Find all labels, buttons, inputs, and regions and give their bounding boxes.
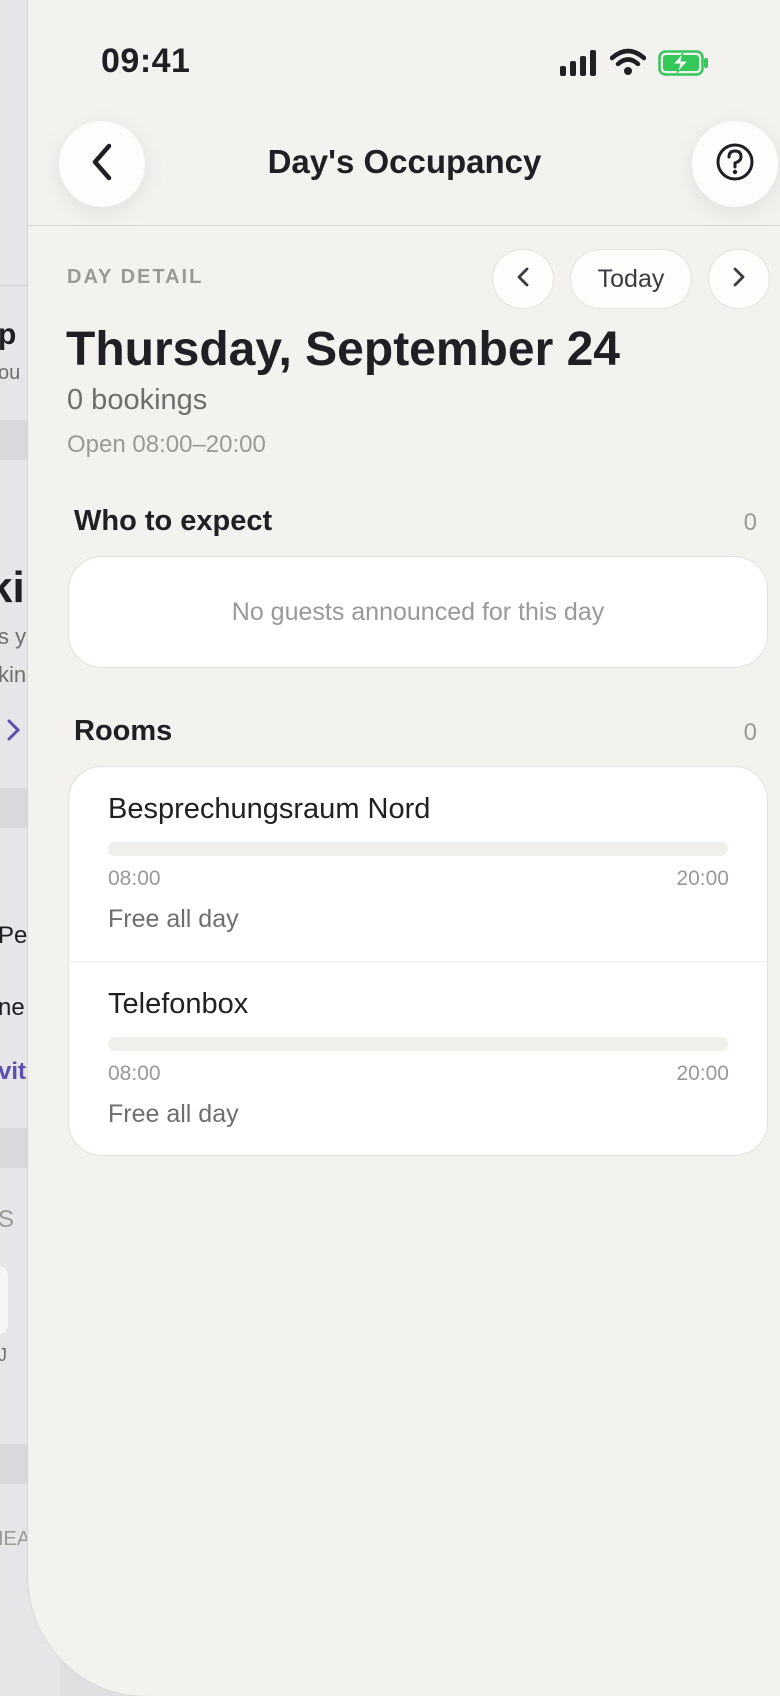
- background-tile: [0, 1266, 8, 1334]
- rooms-count: 0: [743, 719, 757, 746]
- background-fragment: Pe: [0, 922, 28, 949]
- timeline-start-time: 08:00: [108, 1062, 161, 1085]
- cellular-signal-icon: [560, 50, 596, 76]
- chevron-left-icon: [516, 266, 530, 293]
- background-fragment: S: [0, 1206, 15, 1233]
- empty-state-text: No guests announced for this day: [231, 597, 605, 626]
- who-to-expect-count: 0: [743, 509, 757, 536]
- navigation-bar: Day's Occupancy: [28, 110, 780, 226]
- room-name: Telefonbox: [108, 988, 249, 1020]
- opening-hours: Open 08:00–20:00: [67, 431, 266, 458]
- room-row[interactable]: Telefonbox 08:00 20:00 Free all day: [69, 961, 767, 1156]
- wifi-icon: [609, 48, 647, 81]
- timeline-end-time: 20:00: [676, 867, 729, 890]
- date-heading: Thursday, September 24: [66, 323, 620, 376]
- bookings-count: 0 bookings: [67, 384, 208, 416]
- background-fragment: IEA: [0, 1528, 31, 1550]
- room-status: Free all day: [108, 1100, 239, 1128]
- page-title: Day's Occupancy: [267, 143, 542, 180]
- who-to-expect-heading: Who to expect: [74, 505, 273, 537]
- section-label: DAY DETAIL: [67, 266, 204, 288]
- who-to-expect-card: No guests announced for this day: [68, 556, 768, 668]
- background-fragment: J: [0, 1345, 7, 1365]
- question-circle-icon: [714, 141, 756, 188]
- background-fragment: ou: [0, 362, 21, 384]
- background-fragment: s y: [0, 624, 27, 649]
- room-row[interactable]: Besprechungsraum Nord 08:00 20:00 Free a…: [69, 767, 767, 961]
- background-fragment: ne: [0, 994, 25, 1021]
- timeline-end-time: 20:00: [676, 1062, 729, 1085]
- rooms-card: Besprechungsraum Nord 08:00 20:00 Free a…: [68, 766, 768, 1156]
- today-button[interactable]: Today: [570, 249, 692, 309]
- background-fragment: p: [0, 318, 17, 351]
- background-chevron-icon: [6, 718, 22, 747]
- next-day-button[interactable]: [708, 249, 770, 309]
- help-button[interactable]: [692, 121, 778, 207]
- background-fragment: ki: [0, 563, 25, 612]
- room-name: Besprechungsraum Nord: [108, 793, 431, 825]
- timeline-start-time: 08:00: [108, 867, 161, 890]
- day-occupancy-sheet: 09:41 Day's Occupancy DAY DETAIL Today T…: [27, 0, 780, 1696]
- battery-charging-icon: [658, 50, 710, 81]
- background-fragment: kin: [0, 662, 27, 687]
- room-status: Free all day: [108, 905, 239, 933]
- room-timeline: [108, 1037, 728, 1051]
- previous-day-button[interactable]: [492, 249, 554, 309]
- chevron-right-icon: [732, 266, 746, 293]
- room-timeline: [108, 842, 728, 856]
- background-fragment: vit: [0, 1058, 27, 1085]
- status-bar: 09:41: [28, 0, 780, 110]
- status-time: 09:41: [101, 42, 191, 80]
- rooms-heading: Rooms: [74, 715, 173, 747]
